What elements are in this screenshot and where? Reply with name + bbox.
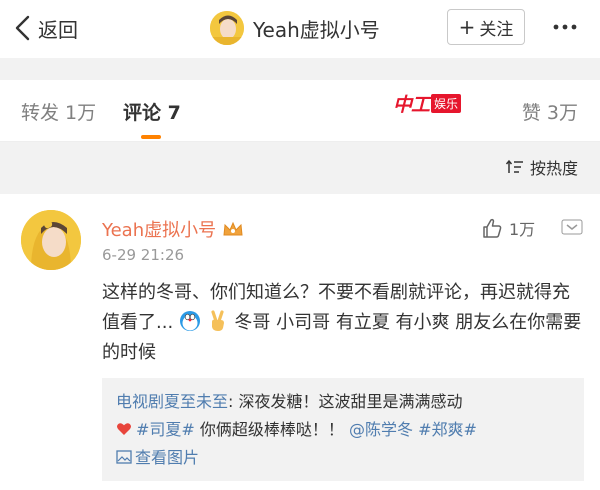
media-logo: 中工 娱乐	[393, 91, 462, 116]
avatar	[210, 11, 244, 45]
plus-icon: +	[458, 15, 476, 39]
quote-separator: :	[228, 392, 239, 411]
sort-bar: 按热度	[0, 142, 600, 194]
quote-source-link[interactable]: 电视剧夏至未至	[116, 392, 228, 411]
nav-title[interactable]: Yeah虚拟小号	[210, 6, 380, 50]
nav-bar: 返回 Yeah虚拟小号 + 关注	[0, 0, 600, 58]
thumbs-up-icon	[483, 218, 502, 238]
chevron-left-icon	[15, 15, 30, 41]
heart-icon	[117, 423, 131, 435]
active-tab-indicator	[141, 135, 161, 139]
back-button[interactable]: 返回	[14, 10, 78, 46]
image-icon	[116, 450, 132, 464]
follow-button[interactable]: + 关注	[447, 9, 525, 45]
quote-text-2: 你俩超级棒棒哒！！	[194, 420, 344, 439]
chevron-down-icon[interactable]	[561, 219, 583, 235]
hashtag-link[interactable]: #郑爽#	[418, 420, 477, 439]
quoted-post[interactable]: 电视剧夏至未至: 深夜发糖！这波甜里是满满感动 #司夏# 你俩超级棒棒哒！！ @…	[102, 378, 584, 481]
divider	[0, 58, 600, 80]
tab-bar: 转发 1万 评论 7 中工 娱乐 赞 3万	[0, 80, 600, 142]
sort-button[interactable]: 按热度	[505, 155, 578, 179]
avatar[interactable]	[21, 210, 81, 270]
sort-icon	[505, 159, 523, 173]
comment-username[interactable]: Yeah虚拟小号	[102, 216, 244, 242]
comment-text: 这样的冬哥、你们知道么？不要不看剧就评论，再迟就得充值看了... 冬哥 小司哥 …	[102, 278, 584, 368]
more-icon[interactable]	[548, 11, 582, 43]
view-image-label: 查看图片	[135, 448, 200, 467]
logo-badge: 娱乐	[431, 93, 462, 113]
comment-text-part2: 冬哥 小司哥 有立夏 有小爽 朋友么在你需要的时候	[102, 312, 582, 363]
quote-text: 深夜发糖！这波甜里是满满感动	[238, 392, 463, 411]
doraemon-emoji-icon	[179, 311, 200, 331]
comment-item: Yeah虚拟小号 6-29 21:26 1万 这样的冬哥、你们知道么？不要不看剧…	[0, 194, 600, 490]
logo-text: 中工	[393, 93, 430, 116]
username-text: Yeah虚拟小号	[102, 220, 217, 241]
sort-label: 按热度	[529, 159, 578, 178]
mention-link[interactable]: @陈学冬	[349, 420, 413, 439]
back-label: 返回	[38, 17, 78, 42]
comment-time: 6-29 21:26	[102, 246, 185, 264]
like-count: 1万	[509, 220, 536, 239]
tab-comment[interactable]: 评论 7	[123, 98, 181, 125]
victory-hand-icon	[211, 310, 224, 331]
hashtag-link[interactable]: #司夏#	[136, 420, 195, 439]
tab-like[interactable]: 赞 3万	[522, 98, 578, 125]
follow-label: 关注	[479, 19, 514, 40]
tab-repost[interactable]: 转发 1万	[21, 98, 96, 125]
like-button[interactable]: 1万	[481, 216, 535, 240]
crown-icon	[223, 221, 243, 236]
view-image-link[interactable]: 查看图片	[116, 448, 199, 467]
page-title: Yeah虚拟小号	[253, 17, 380, 42]
